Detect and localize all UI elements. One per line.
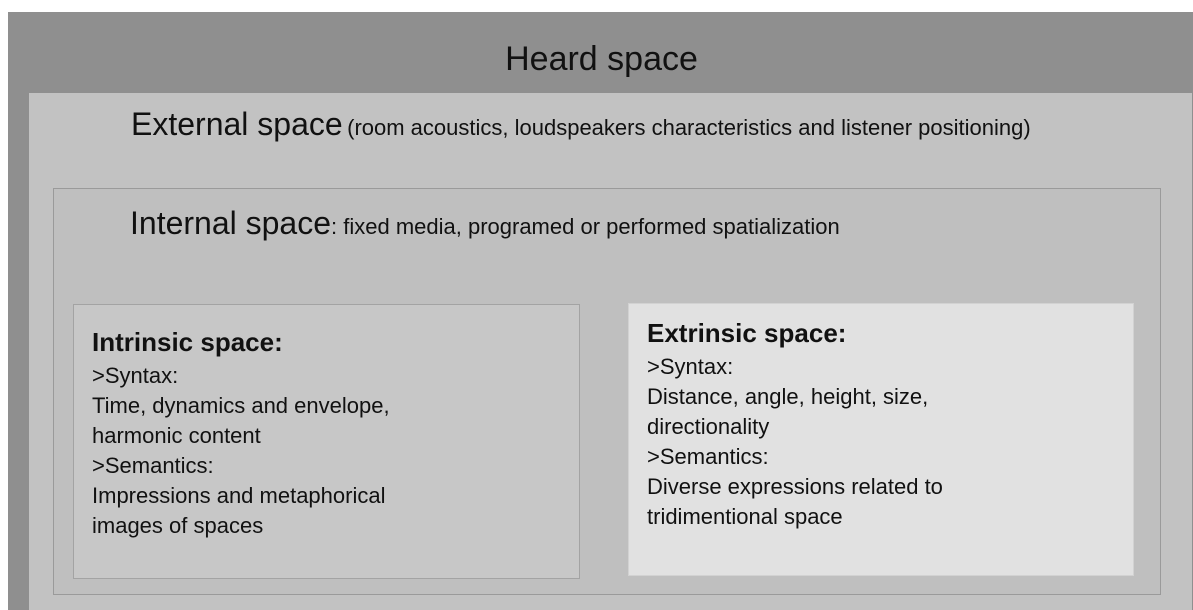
heard-space-title: Heard space (505, 40, 698, 78)
intrinsic-line: Time, dynamics and envelope, (92, 393, 390, 418)
external-space-box: External space (room acoustics, loudspea… (29, 93, 1192, 610)
intrinsic-line: harmonic content (92, 423, 261, 448)
extrinsic-line: >Syntax: (647, 354, 734, 379)
intrinsic-space-box: Intrinsic space: >Syntax: Time, dynamics… (73, 304, 580, 579)
extrinsic-line: Distance, angle, height, size, (647, 384, 929, 409)
intrinsic-line: images of spaces (92, 513, 264, 538)
internal-space-title: Internal space (130, 205, 332, 241)
external-space-heading: External space (room acoustics, loudspea… (131, 106, 1091, 149)
internal-space-box: Internal space: fixed media, programed o… (53, 188, 1161, 595)
extrinsic-line: directionality (647, 414, 770, 439)
intrinsic-line: >Syntax: (92, 363, 179, 388)
external-space-note: (room acoustics, loudspeakers characteri… (347, 115, 1031, 140)
heard-space-box: Heard space External space (room acousti… (8, 12, 1193, 610)
extrinsic-space-box: Extrinsic space: >Syntax: Distance, angl… (628, 303, 1134, 576)
intrinsic-line: >Semantics: (92, 453, 214, 478)
extrinsic-line: tridimentional space (647, 504, 843, 529)
external-space-title: External space (131, 106, 343, 142)
internal-space-note: : fixed media, programed or performed sp… (331, 214, 840, 239)
extrinsic-line: Diverse expressions related to (647, 474, 943, 499)
intrinsic-space-title: Intrinsic space: (92, 327, 283, 357)
intrinsic-line: Impressions and metaphorical (92, 483, 386, 508)
extrinsic-line: >Semantics: (647, 444, 769, 469)
internal-space-heading: Internal space: fixed media, programed o… (130, 205, 840, 242)
extrinsic-space-title: Extrinsic space: (647, 318, 847, 348)
